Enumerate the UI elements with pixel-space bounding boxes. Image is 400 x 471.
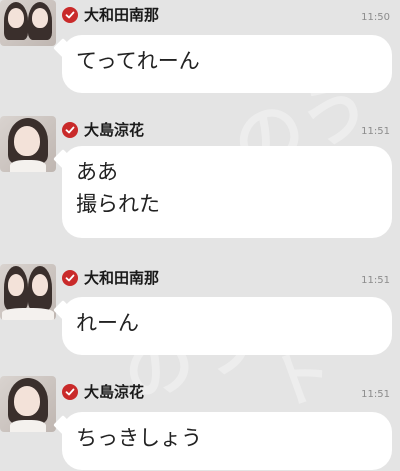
- verified-check-icon: [62, 384, 78, 400]
- verified-check-icon: [62, 122, 78, 138]
- avatar[interactable]: [0, 376, 56, 432]
- avatar[interactable]: [0, 264, 56, 320]
- message-time: 11:50: [361, 12, 390, 23]
- chat-message: 大和田南那 11:51 れーん: [0, 258, 400, 358]
- verified-check-icon: [62, 270, 78, 286]
- verified-check-icon: [62, 7, 78, 23]
- message-bubble[interactable]: てってれーん: [62, 35, 392, 93]
- avatar[interactable]: [0, 116, 56, 172]
- sender-name: 大島涼花: [84, 121, 145, 139]
- chat-message: 大島涼花 11:51 ちっきしょう: [0, 372, 400, 471]
- message-bubble[interactable]: れーん: [62, 297, 392, 355]
- message-time: 11:51: [361, 126, 390, 137]
- message-bubble[interactable]: ちっきしょう: [62, 412, 392, 470]
- avatar[interactable]: [0, 0, 56, 46]
- message-time: 11:51: [361, 275, 390, 286]
- sender-name: 大和田南那: [84, 269, 160, 287]
- message-time: 11:51: [361, 389, 390, 400]
- chat-message: 大島涼花 11:51 ああ 撮られた: [0, 112, 400, 242]
- sender-name: 大和田南那: [84, 6, 160, 24]
- chat-message: 大和田南那 11:50 てってれーん: [0, 0, 400, 120]
- sender-name: 大島涼花: [84, 383, 145, 401]
- message-bubble[interactable]: ああ 撮られた: [62, 146, 392, 238]
